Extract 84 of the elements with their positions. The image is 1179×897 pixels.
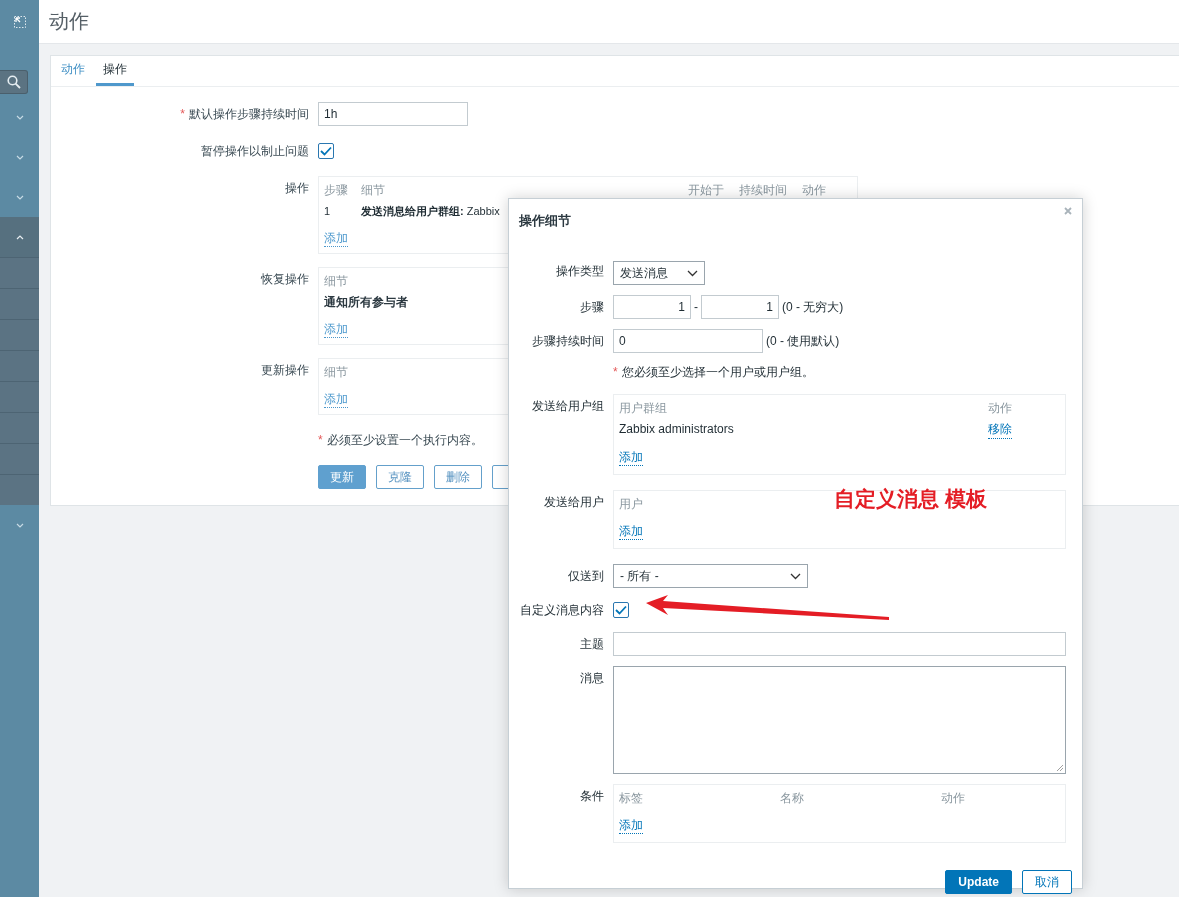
- table-cell-text: Zabbix administrators: [619, 421, 734, 438]
- button[interactable]: 更新: [318, 465, 366, 489]
- field-label: 条件: [580, 789, 604, 803]
- table-cell-text: 1: [324, 204, 331, 219]
- add-link[interactable]: 添加: [619, 523, 643, 540]
- button[interactable]: 取消: [1022, 870, 1072, 894]
- dialog-title: 操作细节: [519, 212, 571, 230]
- input-field[interactable]: 1h: [318, 102, 468, 126]
- tab[interactable]: 动作: [54, 56, 92, 86]
- field-label: 更新操作: [261, 363, 309, 377]
- button[interactable]: 删除: [434, 465, 482, 489]
- column-header: 用户: [619, 496, 643, 513]
- column-header: 开始于: [688, 182, 724, 199]
- button[interactable]: Update: [945, 870, 1012, 894]
- column-header: 细节: [361, 182, 385, 199]
- field-label: 仅送到: [568, 569, 604, 583]
- add-link[interactable]: 添加: [324, 321, 348, 338]
- close-icon[interactable]: [1064, 207, 1072, 215]
- resize-handle-icon[interactable]: [1056, 764, 1064, 772]
- note-text: 必须至少设置一个执行内容。: [326, 431, 483, 449]
- page-title: 动作: [49, 9, 89, 34]
- table-cell-text: 通知所有参与者: [324, 294, 408, 311]
- checkbox[interactable]: [318, 143, 334, 159]
- submenu-item[interactable]: [0, 350, 39, 381]
- field-label: 默认操作步骤持续时间: [189, 107, 309, 121]
- field-label: 暂停操作以制止问题: [201, 144, 309, 158]
- add-link[interactable]: 添加: [619, 817, 643, 834]
- field-label: 恢复操作: [261, 272, 309, 286]
- required-mark: *: [180, 107, 185, 121]
- add-link[interactable]: 添加: [619, 449, 643, 466]
- field-label: 步骤: [580, 300, 604, 314]
- column-header: 名称: [780, 790, 804, 807]
- table-cell-text: 发送消息给用户群组: Zabbix: [361, 204, 500, 219]
- expand-icon[interactable]: [13, 15, 26, 28]
- search-button[interactable]: [0, 70, 28, 94]
- input-field[interactable]: 1: [701, 295, 779, 319]
- button[interactable]: 克隆: [376, 465, 424, 489]
- submenu-item[interactable]: [0, 257, 39, 288]
- submenu-item[interactable]: [0, 474, 39, 505]
- field-label: 步骤持续时间: [532, 334, 604, 348]
- note-text: 您必须至少选择一个用户或用户组。: [621, 363, 814, 381]
- required-mark: *: [318, 433, 323, 447]
- column-header: 标签: [619, 790, 643, 807]
- chevron-up-icon[interactable]: [15, 234, 24, 240]
- menu-toggle[interactable]: [0, 217, 39, 257]
- submenu-item[interactable]: [0, 288, 39, 319]
- field-label: 消息: [580, 671, 604, 685]
- submenu-item[interactable]: [0, 319, 39, 350]
- hint-text: (0 - 无穷大): [782, 298, 844, 316]
- chevron-down-icon[interactable]: [687, 269, 698, 277]
- tab[interactable]: 操作: [96, 56, 134, 86]
- hint-text: (0 - 使用默认): [766, 332, 840, 350]
- column-header: 细节: [324, 273, 348, 290]
- annotation-text: 自定义消息 模板: [834, 486, 987, 512]
- remove-link[interactable]: 移除: [988, 420, 1012, 439]
- input-field[interactable]: 0: [613, 329, 763, 353]
- column-header: 动作: [941, 790, 965, 807]
- input-field[interactable]: [613, 632, 1066, 656]
- column-header: 细节: [324, 364, 348, 381]
- checkbox[interactable]: [613, 602, 629, 618]
- dropdown[interactable]: - 所有 -: [613, 564, 808, 588]
- field-label: 自定义消息内容: [520, 603, 604, 617]
- search-icon[interactable]: [6, 75, 21, 89]
- range-separator: -: [694, 300, 698, 314]
- column-header: 步骤: [324, 182, 348, 199]
- chevron-down-icon[interactable]: [790, 572, 801, 580]
- field-label: 发送给用户组: [532, 399, 604, 413]
- required-mark: *: [613, 365, 618, 379]
- column-header: 用户群组: [619, 400, 667, 417]
- column-header: 持续时间: [739, 182, 787, 199]
- add-link[interactable]: 添加: [324, 230, 348, 247]
- field-label: 发送给用户: [544, 495, 604, 509]
- add-link[interactable]: 添加: [324, 391, 348, 408]
- submenu-item[interactable]: [0, 443, 39, 474]
- submenu-item[interactable]: [0, 381, 39, 412]
- field-label: 操作: [285, 181, 309, 195]
- submenu-item[interactable]: [0, 412, 39, 443]
- column-header: 动作: [802, 182, 826, 199]
- input-field[interactable]: 1: [613, 295, 691, 319]
- column-header: 动作: [988, 400, 1012, 417]
- message-field[interactable]: [613, 666, 1066, 774]
- dropdown[interactable]: 发送消息: [613, 261, 705, 285]
- field-label: 主题: [580, 637, 604, 651]
- field-label: 操作类型: [556, 264, 604, 278]
